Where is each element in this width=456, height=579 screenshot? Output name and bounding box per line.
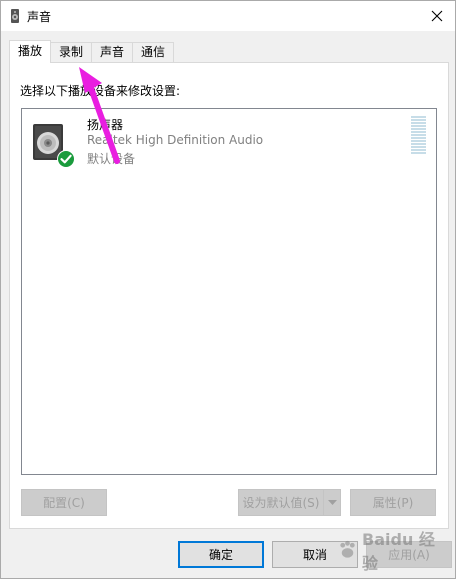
- volume-level-meter: [411, 116, 426, 156]
- device-driver: Realtek High Definition Audio: [87, 133, 264, 147]
- speaker-app-icon: [11, 9, 19, 23]
- watermark: Baidu 经验: [337, 530, 447, 573]
- window-title: 声音: [27, 10, 52, 24]
- ok-button[interactable]: 确定: [178, 541, 264, 568]
- chevron-down-icon: [327, 499, 337, 505]
- speaker-icon: [33, 124, 75, 168]
- configure-button[interactable]: 配置(C): [21, 489, 107, 516]
- set-default-dropdown[interactable]: [323, 489, 341, 516]
- watermark-text: Baidu 经验: [362, 530, 435, 573]
- tab-sounds[interactable]: 声音: [91, 42, 134, 63]
- sound-dialog: 声音 播放 录制 声音 通信 选择以下播放设备来修改设置: 扬声器 Realte…: [0, 0, 456, 579]
- device-status: 默认设备: [87, 152, 136, 166]
- default-check-icon: [57, 150, 75, 168]
- close-button[interactable]: [419, 1, 455, 31]
- close-icon: [431, 10, 443, 22]
- panel-instruction: 选择以下播放设备来修改设置:: [20, 84, 181, 98]
- set-default-button[interactable]: 设为默认值(S): [238, 489, 324, 516]
- device-name: 扬声器: [87, 118, 124, 132]
- tab-communications[interactable]: 通信: [132, 42, 175, 63]
- properties-button[interactable]: 属性(P): [350, 489, 436, 516]
- paw-icon: [340, 540, 355, 558]
- tab-recording[interactable]: 录制: [50, 42, 93, 63]
- device-list[interactable]: 扬声器 Realtek High Definition Audio 默认设备: [21, 108, 437, 475]
- device-item-speakers[interactable]: 扬声器 Realtek High Definition Audio 默认设备: [22, 109, 436, 179]
- title-bar: 声音: [1, 1, 455, 31]
- tab-strip: 播放 录制 声音 通信: [9, 40, 175, 63]
- playback-panel: 选择以下播放设备来修改设置: 扬声器 Realtek High Definiti…: [9, 62, 449, 529]
- tab-playback[interactable]: 播放: [9, 40, 52, 63]
